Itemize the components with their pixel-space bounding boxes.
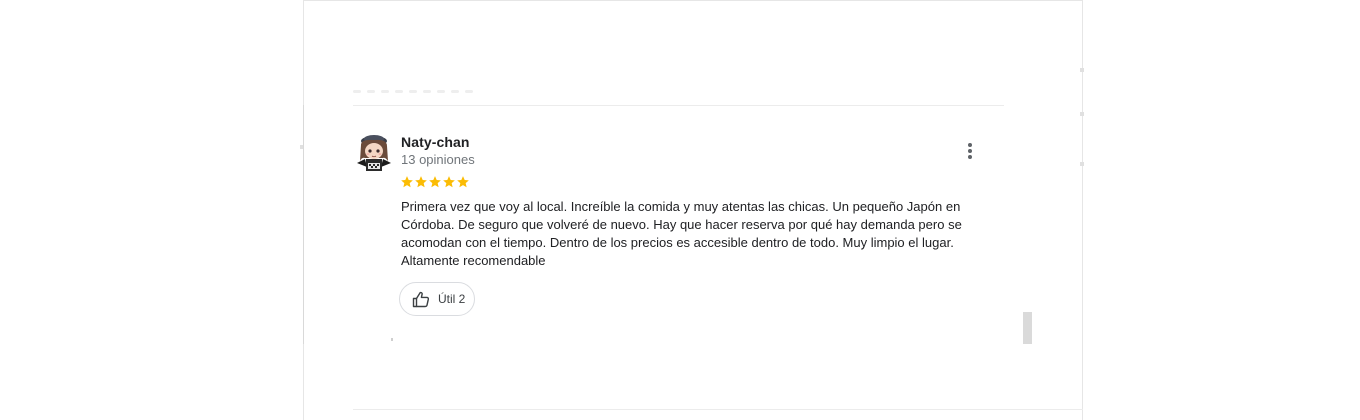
more-options-button[interactable] (958, 139, 982, 163)
reviewer-name[interactable]: Naty-chan (401, 134, 470, 150)
edge-mark (1080, 162, 1084, 166)
helpful-button[interactable]: Útil 2 (399, 282, 475, 316)
separator-mark (391, 338, 393, 341)
review-text: Primera vez que voy al local. Increíble … (401, 199, 962, 268)
edge-mark (1080, 112, 1084, 116)
star-icon (429, 176, 441, 188)
frame-top-border (303, 0, 1083, 1)
star-rating (400, 173, 470, 191)
star-icon (457, 176, 469, 188)
helpful-label: Útil 2 (438, 292, 466, 306)
reviewer-review-count[interactable]: 13 opiniones (401, 152, 475, 167)
review-divider (353, 105, 1004, 106)
avatar-icon (357, 135, 391, 171)
star-icon (443, 176, 455, 188)
bottom-divider (353, 409, 1083, 410)
edge-mark (1080, 68, 1084, 72)
scrollbar-thumb[interactable] (1023, 312, 1032, 344)
star-icon (415, 176, 427, 188)
previous-review-remnant (353, 86, 523, 96)
star-icon (401, 176, 413, 188)
panel-edge (303, 105, 304, 344)
more-vert-icon (968, 143, 972, 159)
thumbs-up-icon (412, 291, 430, 307)
avatar[interactable] (355, 133, 391, 175)
